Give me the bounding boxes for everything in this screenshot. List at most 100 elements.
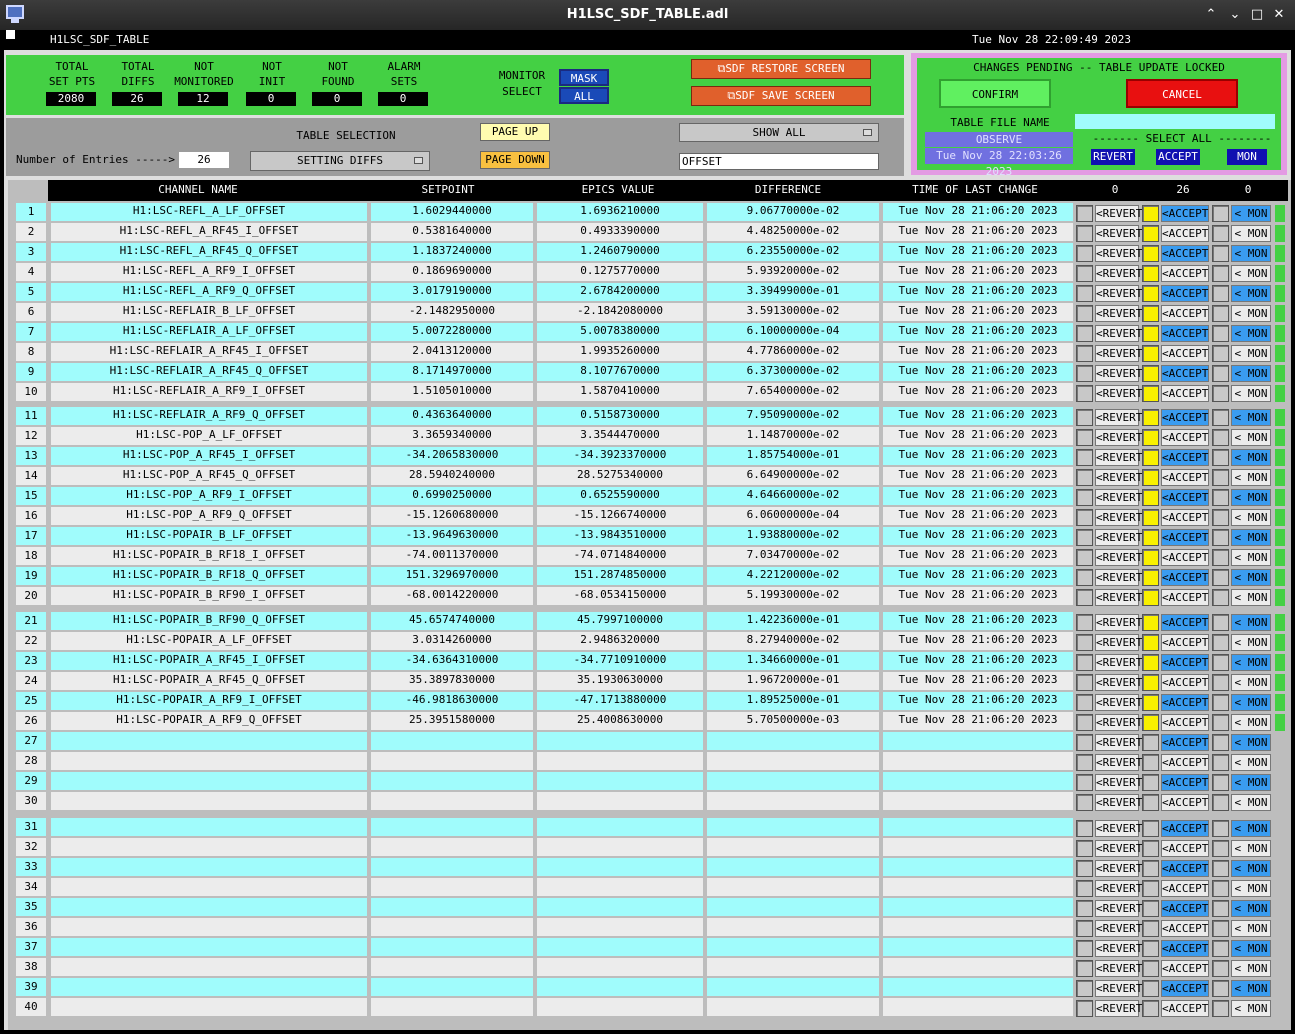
accept-checkbox[interactable] bbox=[1142, 225, 1159, 242]
accept-button[interactable]: <ACCEPT bbox=[1161, 265, 1209, 282]
mon-button[interactable]: < MON bbox=[1231, 920, 1271, 937]
revert-checkbox[interactable] bbox=[1076, 920, 1093, 937]
revert-button[interactable]: <REVERT bbox=[1095, 900, 1142, 917]
accept-button[interactable]: <ACCEPT bbox=[1161, 880, 1209, 897]
mon-button[interactable]: < MON bbox=[1231, 305, 1271, 322]
revert-button[interactable]: <REVERT bbox=[1095, 880, 1142, 897]
mon-button[interactable]: < MON bbox=[1231, 449, 1271, 466]
revert-button[interactable]: <REVERT bbox=[1095, 449, 1142, 466]
mon-checkbox[interactable] bbox=[1212, 634, 1229, 651]
accept-button[interactable]: <ACCEPT bbox=[1161, 589, 1209, 606]
revert-checkbox[interactable] bbox=[1076, 634, 1093, 651]
maximize-icon[interactable]: ⌄ bbox=[1226, 6, 1244, 24]
accept-button[interactable]: <ACCEPT bbox=[1161, 325, 1209, 342]
accept-checkbox[interactable] bbox=[1142, 754, 1159, 771]
revert-button[interactable]: <REVERT bbox=[1095, 820, 1142, 837]
accept-button[interactable]: <ACCEPT bbox=[1161, 714, 1209, 731]
mon-button[interactable]: < MON bbox=[1231, 880, 1271, 897]
mon-button[interactable]: < MON bbox=[1231, 774, 1271, 791]
mon-button[interactable]: < MON bbox=[1231, 509, 1271, 526]
revert-button[interactable]: <REVERT bbox=[1095, 569, 1142, 586]
mon-button[interactable]: < MON bbox=[1231, 734, 1271, 751]
revert-button[interactable]: <REVERT bbox=[1095, 549, 1142, 566]
mon-checkbox[interactable] bbox=[1212, 529, 1229, 546]
mon-button[interactable]: < MON bbox=[1231, 205, 1271, 222]
accept-button[interactable]: <ACCEPT bbox=[1161, 920, 1209, 937]
mon-button[interactable]: < MON bbox=[1231, 860, 1271, 877]
revert-checkbox[interactable] bbox=[1076, 429, 1093, 446]
mon-button[interactable]: < MON bbox=[1231, 265, 1271, 282]
mon-checkbox[interactable] bbox=[1212, 920, 1229, 937]
revert-button[interactable]: <REVERT bbox=[1095, 794, 1142, 811]
all-button[interactable]: ALL bbox=[559, 87, 609, 104]
revert-button[interactable]: <REVERT bbox=[1095, 385, 1142, 402]
mon-checkbox[interactable] bbox=[1212, 469, 1229, 486]
accept-button[interactable]: <ACCEPT bbox=[1161, 365, 1209, 382]
mon-checkbox[interactable] bbox=[1212, 365, 1229, 382]
revert-checkbox[interactable] bbox=[1076, 694, 1093, 711]
mon-button[interactable]: < MON bbox=[1231, 654, 1271, 671]
accept-button[interactable]: <ACCEPT bbox=[1161, 305, 1209, 322]
accept-checkbox[interactable] bbox=[1142, 840, 1159, 857]
accept-button[interactable]: <ACCEPT bbox=[1161, 820, 1209, 837]
revert-checkbox[interactable] bbox=[1076, 820, 1093, 837]
revert-button[interactable]: <REVERT bbox=[1095, 469, 1142, 486]
mon-checkbox[interactable] bbox=[1212, 880, 1229, 897]
accept-button[interactable]: <ACCEPT bbox=[1161, 529, 1209, 546]
mon-button[interactable]: < MON bbox=[1231, 840, 1271, 857]
revert-checkbox[interactable] bbox=[1076, 589, 1093, 606]
accept-button[interactable]: <ACCEPT bbox=[1161, 509, 1209, 526]
accept-checkbox[interactable] bbox=[1142, 900, 1159, 917]
accept-button[interactable]: <ACCEPT bbox=[1161, 774, 1209, 791]
revert-checkbox[interactable] bbox=[1076, 409, 1093, 426]
accept-checkbox[interactable] bbox=[1142, 285, 1159, 302]
revert-button[interactable]: <REVERT bbox=[1095, 365, 1142, 382]
accept-checkbox[interactable] bbox=[1142, 345, 1159, 362]
revert-checkbox[interactable] bbox=[1076, 509, 1093, 526]
accept-button[interactable]: <ACCEPT bbox=[1161, 409, 1209, 426]
accept-button[interactable]: <ACCEPT bbox=[1161, 860, 1209, 877]
mon-button[interactable]: < MON bbox=[1231, 1000, 1271, 1017]
mon-checkbox[interactable] bbox=[1212, 734, 1229, 751]
accept-checkbox[interactable] bbox=[1142, 820, 1159, 837]
setting-diffs-menu[interactable]: SETTING DIFFS bbox=[250, 151, 430, 171]
revert-button[interactable]: <REVERT bbox=[1095, 860, 1142, 877]
accept-checkbox[interactable] bbox=[1142, 794, 1159, 811]
accept-checkbox[interactable] bbox=[1142, 960, 1159, 977]
mon-checkbox[interactable] bbox=[1212, 820, 1229, 837]
revert-button[interactable]: <REVERT bbox=[1095, 1000, 1142, 1017]
mon-button[interactable]: < MON bbox=[1231, 714, 1271, 731]
accept-checkbox[interactable] bbox=[1142, 265, 1159, 282]
revert-checkbox[interactable] bbox=[1076, 654, 1093, 671]
accept-checkbox[interactable] bbox=[1142, 205, 1159, 222]
accept-checkbox[interactable] bbox=[1142, 569, 1159, 586]
mon-checkbox[interactable] bbox=[1212, 960, 1229, 977]
mon-checkbox[interactable] bbox=[1212, 409, 1229, 426]
accept-button[interactable]: <ACCEPT bbox=[1161, 674, 1209, 691]
accept-checkbox[interactable] bbox=[1142, 469, 1159, 486]
revert-button[interactable]: <REVERT bbox=[1095, 694, 1142, 711]
revert-checkbox[interactable] bbox=[1076, 305, 1093, 322]
revert-button[interactable]: <REVERT bbox=[1095, 429, 1142, 446]
mon-button[interactable]: < MON bbox=[1231, 614, 1271, 631]
revert-checkbox[interactable] bbox=[1076, 469, 1093, 486]
revert-button[interactable]: <REVERT bbox=[1095, 205, 1142, 222]
window-titlebar[interactable]: H1LSC_SDF_TABLE.adl ⌃ ⌄ □ ✕ bbox=[0, 0, 1295, 30]
accept-checkbox[interactable] bbox=[1142, 325, 1159, 342]
accept-checkbox[interactable] bbox=[1142, 920, 1159, 937]
mon-checkbox[interactable] bbox=[1212, 900, 1229, 917]
mon-checkbox[interactable] bbox=[1212, 754, 1229, 771]
accept-checkbox[interactable] bbox=[1142, 385, 1159, 402]
accept-button[interactable]: <ACCEPT bbox=[1161, 429, 1209, 446]
accept-checkbox[interactable] bbox=[1142, 654, 1159, 671]
revert-button[interactable]: <REVERT bbox=[1095, 754, 1142, 771]
revert-checkbox[interactable] bbox=[1076, 714, 1093, 731]
accept-checkbox[interactable] bbox=[1142, 529, 1159, 546]
accept-button[interactable]: <ACCEPT bbox=[1161, 569, 1209, 586]
page-up-button[interactable]: PAGE UP bbox=[480, 123, 550, 141]
mon-checkbox[interactable] bbox=[1212, 654, 1229, 671]
mon-checkbox[interactable] bbox=[1212, 489, 1229, 506]
accept-button[interactable]: <ACCEPT bbox=[1161, 1000, 1209, 1017]
mon-checkbox[interactable] bbox=[1212, 385, 1229, 402]
accept-checkbox[interactable] bbox=[1142, 509, 1159, 526]
